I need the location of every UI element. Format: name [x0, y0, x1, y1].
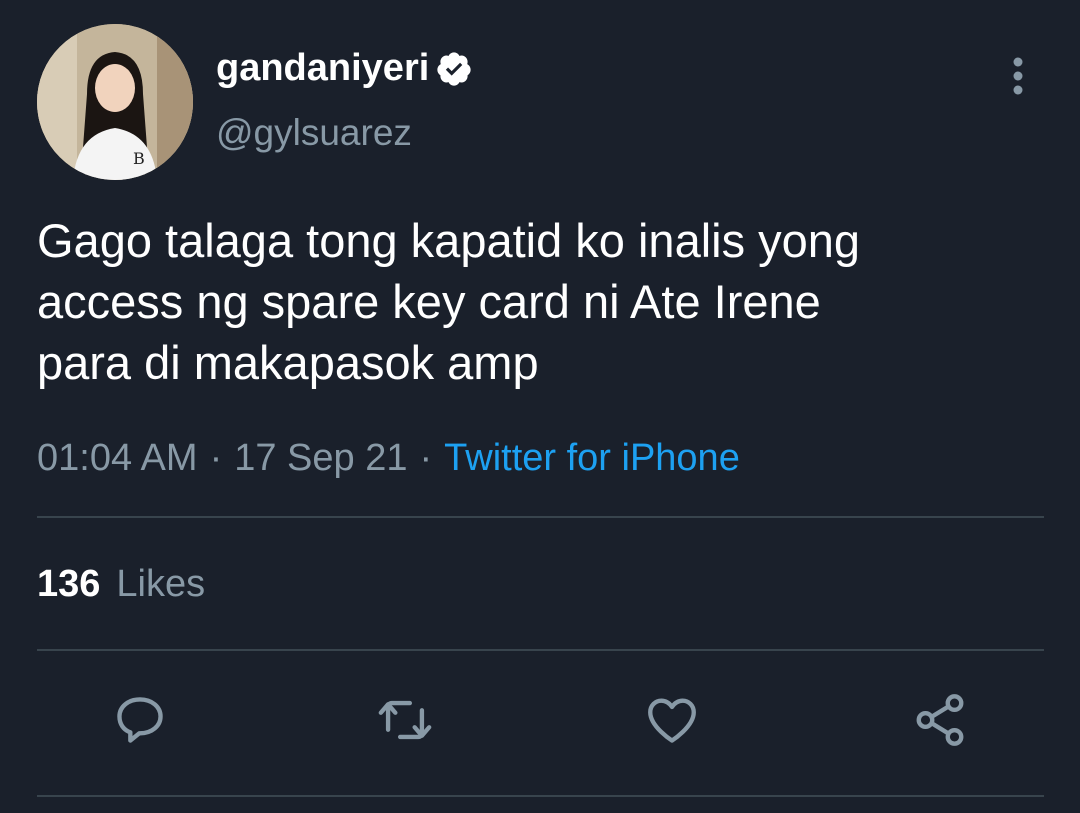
meta-separator: · — [209, 437, 223, 479]
display-name-text[interactable]: gandaniyeri — [216, 47, 429, 90]
heart-icon — [648, 698, 696, 743]
display-name[interactable]: gandaniyeri — [216, 47, 473, 90]
handle[interactable]: @gylsuarez — [216, 112, 412, 154]
divider — [37, 516, 1044, 518]
tweet-date: 17 Sep 21 — [234, 437, 408, 479]
verified-badge-icon — [437, 51, 471, 86]
likes-label: Likes — [116, 563, 206, 605]
tweet-source-link[interactable]: Twitter for iPhone — [444, 437, 740, 479]
more-options-button[interactable] — [1000, 56, 1036, 96]
meta-separator: · — [419, 437, 433, 479]
tweet-text: Gago talaga tong kapatid ko inalis yong … — [37, 214, 861, 389]
vertical-dots-icon — [1013, 57, 1023, 95]
tweet-metadata: 01:04 AM · 17 Sep 21 · Twitter for iPhone — [37, 437, 740, 480]
like-button[interactable] — [640, 688, 704, 752]
divider — [37, 649, 1044, 651]
reply-icon — [117, 697, 163, 743]
divider — [37, 795, 1044, 797]
retweet-button[interactable] — [373, 688, 437, 752]
tweet-time: 01:04 AM — [37, 437, 198, 479]
reply-button[interactable] — [108, 688, 172, 752]
likes-count: 136 — [37, 563, 101, 605]
svg-text:B: B — [133, 149, 145, 168]
retweet-icon — [378, 700, 432, 740]
avatar-photo: B — [37, 24, 193, 180]
share-icon — [916, 694, 964, 746]
avatar[interactable]: B — [37, 24, 193, 180]
share-button[interactable] — [908, 688, 972, 752]
likes-summary[interactable]: 136 Likes — [37, 563, 205, 606]
